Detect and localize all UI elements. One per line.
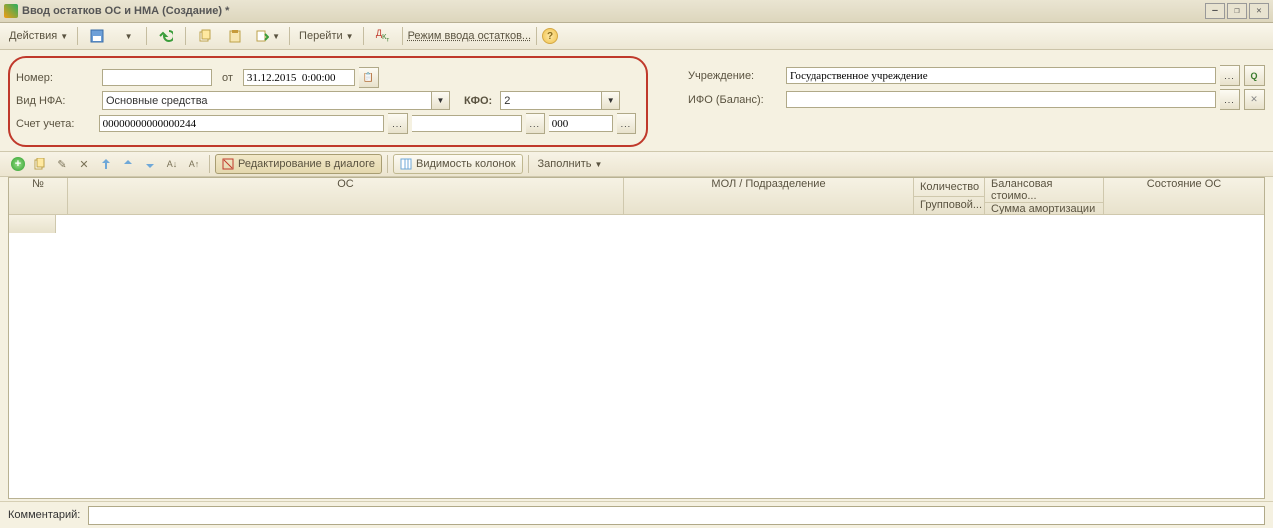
edit-in-dialog-toggle[interactable]: Редактирование в диалоге — [215, 154, 382, 174]
refresh-icon[interactable] — [152, 25, 180, 47]
col-state[interactable]: Состояние ОС — [1104, 178, 1264, 214]
lookup-icon[interactable]: ... — [1220, 65, 1240, 86]
paste-icon[interactable] — [221, 25, 249, 47]
dtkt-icon[interactable]: ДКт — [369, 25, 397, 47]
account-code-field[interactable] — [99, 115, 385, 132]
kfo-select[interactable]: 2 ▼ — [500, 91, 620, 110]
save-icon[interactable] — [83, 25, 111, 47]
grid-toolbar: + ✎ ✕ A↓ A↑ Редактирование в диалоге Вид… — [0, 151, 1273, 177]
copy-row-icon[interactable] — [30, 154, 50, 174]
right-form-group: Учреждение: ... Q ИФО (Баланс): ... ✕ — [688, 56, 1265, 113]
minimize-button[interactable]: — — [1205, 3, 1225, 19]
account-sub1-field[interactable] — [412, 115, 522, 132]
col-qty-group[interactable]: Количество Групповой... — [914, 178, 985, 214]
nfa-type-select[interactable]: Основные средства ▼ — [102, 91, 450, 110]
institution-label: Учреждение: — [688, 70, 778, 82]
number-label: Номер: — [16, 72, 98, 84]
title-bar: Ввод остатков ОС и НМА (Создание) * — ❐ … — [0, 0, 1273, 23]
move-up-icon[interactable] — [118, 154, 138, 174]
lookup-icon[interactable]: ... — [1220, 89, 1240, 110]
account-label: Счет учета: — [16, 118, 95, 130]
grid-header: № ОС МОЛ / Подразделение Количество Груп… — [9, 178, 1264, 214]
edit-row-icon[interactable]: ✎ — [52, 154, 72, 174]
delete-row-icon[interactable]: ✕ — [74, 154, 94, 174]
account-sub2-field[interactable] — [549, 115, 613, 132]
comment-label: Комментарий: — [8, 509, 80, 521]
ifo-label: ИФО (Баланс): — [688, 94, 778, 106]
add-row-button[interactable]: + — [8, 154, 28, 174]
move-top-icon[interactable] — [96, 154, 116, 174]
kfo-label: КФО: — [464, 95, 492, 107]
date-field[interactable] — [243, 69, 355, 86]
nfa-label: Вид НФА: — [16, 95, 98, 107]
app-icon — [4, 4, 18, 18]
col-os[interactable]: ОС — [68, 178, 624, 214]
col-mol[interactable]: МОЛ / Подразделение — [624, 178, 914, 214]
fill-menu[interactable]: Заполнить▼ — [534, 153, 607, 175]
number-field[interactable] — [102, 69, 212, 86]
clear-icon[interactable]: ✕ — [1244, 89, 1265, 110]
ifo-field[interactable] — [786, 91, 1216, 108]
lookup-icon[interactable]: ... — [617, 113, 636, 134]
main-toolbar: Действия▼ ▼ ▼ Перейти▼ ДКт Режим ввода о… — [0, 23, 1273, 50]
col-number[interactable]: № — [9, 178, 68, 214]
institution-field[interactable] — [786, 67, 1216, 84]
comment-field[interactable] — [88, 506, 1265, 525]
actions-menu[interactable]: Действия▼ — [5, 25, 72, 47]
sort-asc-icon[interactable]: A↓ — [162, 154, 182, 174]
data-grid: № ОС МОЛ / Подразделение Количество Груп… — [8, 177, 1265, 499]
footer: Комментарий: — [0, 501, 1273, 528]
close-button[interactable]: ✕ — [1249, 3, 1269, 19]
row-number-stub — [9, 215, 56, 233]
grid-body[interactable] — [9, 214, 1264, 498]
chevron-down-icon[interactable]: ▼ — [431, 92, 449, 109]
maximize-button[interactable]: ❐ — [1227, 3, 1247, 19]
column-visibility-button[interactable]: Видимость колонок — [393, 154, 523, 174]
chevron-down-icon[interactable]: ▼ — [601, 92, 619, 109]
from-label: от — [222, 72, 233, 84]
mode-link[interactable]: Режим ввода остатков... — [408, 30, 532, 42]
copy-icon[interactable] — [191, 25, 219, 47]
create-based-on-button[interactable]: ▼ — [251, 25, 284, 47]
lookup-icon[interactable]: ... — [388, 113, 407, 134]
magnify-icon[interactable]: Q — [1244, 65, 1265, 86]
window-title: Ввод остатков ОС и НМА (Создание) * — [22, 5, 229, 17]
col-balance-amort[interactable]: Балансовая стоимо... Сумма амортизации — [985, 178, 1104, 214]
lookup-icon[interactable]: ... — [526, 113, 545, 134]
save-dropdown[interactable]: ▼ — [113, 25, 141, 47]
move-down-icon[interactable] — [140, 154, 160, 174]
help-icon[interactable]: ? — [542, 28, 558, 44]
left-form-group: Номер: от 📋 Вид НФА: Основные средства ▼… — [8, 56, 648, 147]
goto-menu[interactable]: Перейти▼ — [295, 25, 358, 47]
calendar-icon[interactable]: 📋 — [359, 67, 379, 88]
sort-desc-icon[interactable]: A↑ — [184, 154, 204, 174]
